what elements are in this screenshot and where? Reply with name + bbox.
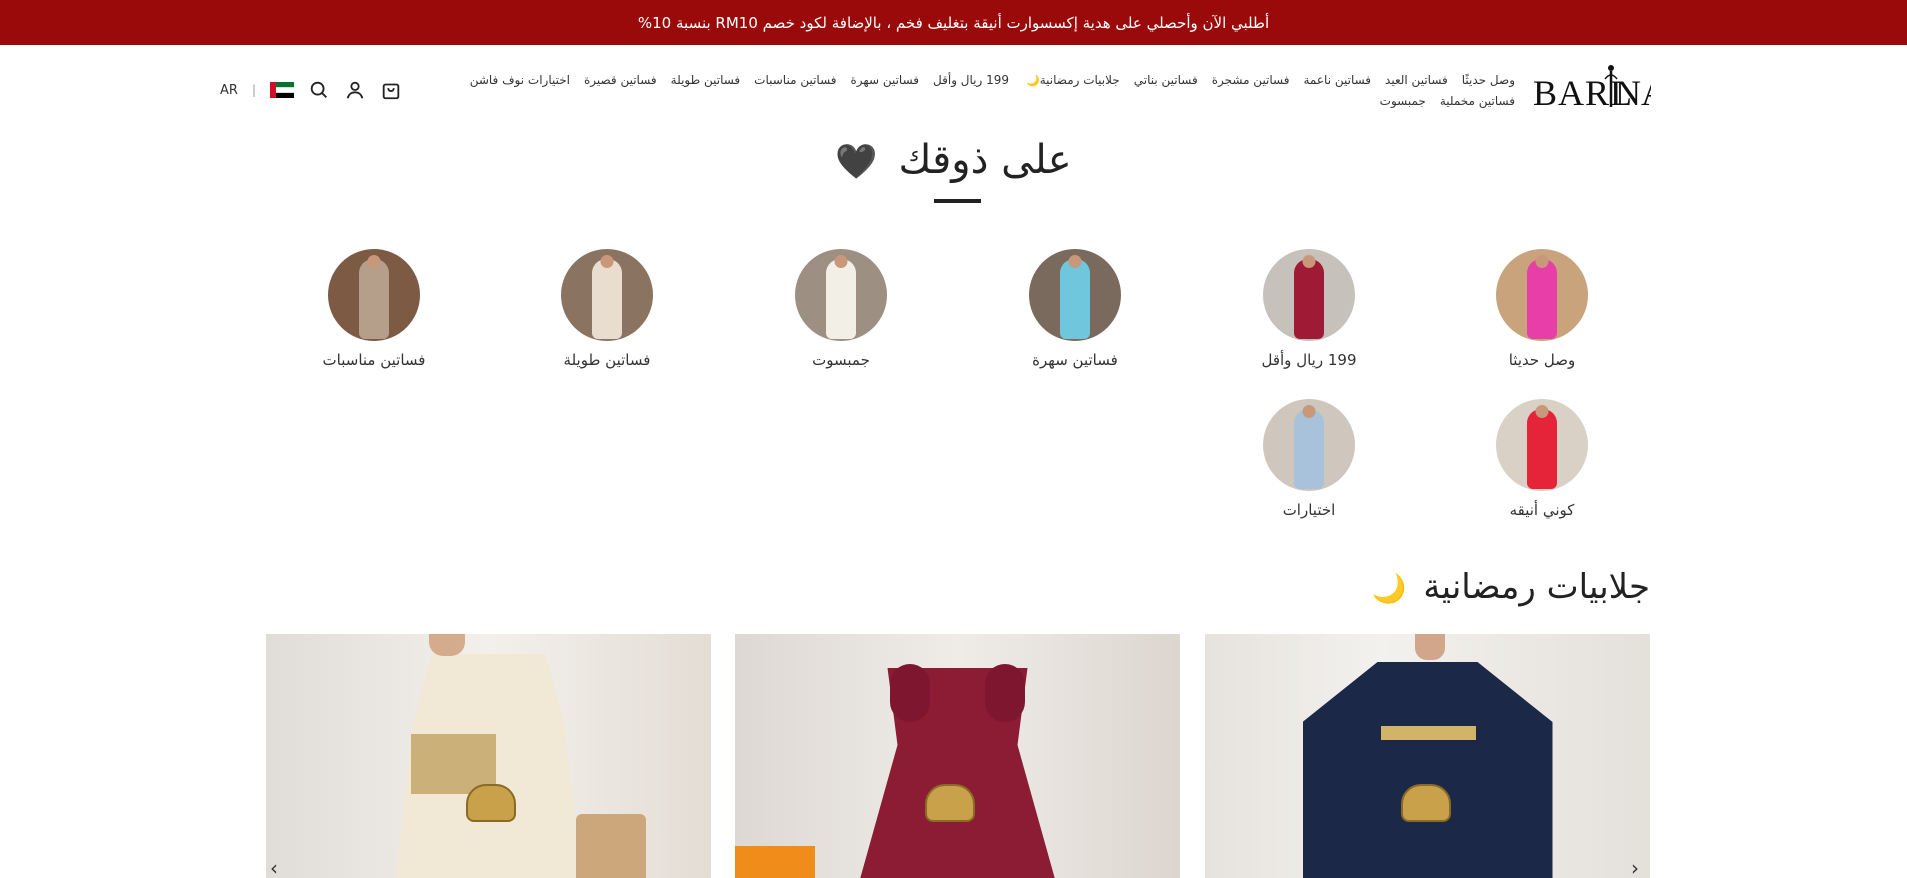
nav-row-1: وصل حديثًا فساتين العيد فساتين ناعمة فسا… [440, 70, 1515, 91]
black-heart-icon: 🖤 [835, 142, 878, 182]
utility-separator: | [251, 83, 256, 97]
category-image [1029, 249, 1121, 341]
handbag-icon [1401, 784, 1451, 822]
nav-item-velvet-dresses[interactable]: فساتين مخملية [1440, 91, 1515, 111]
crescent-moon-icon: 🌙 [1371, 572, 1407, 605]
announcement-text: أطلبي الآن وأحصلي على هدية إكسسوارت أنيق… [637, 13, 1270, 32]
nav-item-evening-dresses[interactable]: فساتين سهرة [851, 70, 920, 91]
nav-item-nouf-fashion-picks[interactable]: اختيارات نوف فاشن [470, 70, 570, 91]
nav-item-short-dresses[interactable]: فساتين قصيرة [584, 70, 657, 91]
brand-logo[interactable]: BARL NA [1533, 61, 1667, 117]
category-image [795, 249, 887, 341]
title-underline [934, 199, 981, 203]
category-label: 199 ريال وأقل [1261, 351, 1357, 369]
category-new-arrivals[interactable]: وصل حديثا [1467, 249, 1617, 369]
category-evening-dresses[interactable]: فساتين سهرة [1000, 249, 1150, 369]
uae-flag-icon[interactable] [269, 82, 294, 98]
account-icon[interactable] [344, 79, 366, 101]
category-image [1263, 399, 1355, 491]
category-be-elegant[interactable]: كوني أنيقه [1467, 399, 1617, 519]
category-label: فساتين سهرة [1032, 351, 1118, 369]
category-image [561, 249, 653, 341]
ramadan-section-title: جلابيات رمضانية 🌙 [1371, 567, 1650, 607]
nav-item-under-199[interactable]: 199 ريال وأقل [933, 70, 1009, 91]
category-label: فساتين مناسبات [322, 351, 426, 369]
handbag-icon [925, 784, 975, 822]
category-image [1496, 399, 1588, 491]
product-card-burgundy-dress[interactable] [735, 634, 1180, 878]
header-utility: AR | [220, 76, 435, 104]
main-nav: وصل حديثًا فساتين العيد فساتين ناعمة فسا… [440, 70, 1515, 111]
nav-item-jumpsuits[interactable]: جمبسوت [1380, 91, 1426, 111]
nav-item-long-dresses[interactable]: فساتين طويلة [671, 70, 741, 91]
nav-item-new-arrivals[interactable]: وصل حديثًا [1462, 70, 1515, 91]
category-image [328, 249, 420, 341]
category-label: اختيارات [1282, 501, 1336, 519]
nav-row-2: فساتين مخملية جمبسوت [440, 91, 1515, 111]
category-occasion-dresses[interactable]: فساتين مناسبات [299, 249, 449, 369]
category-image [1496, 249, 1588, 341]
category-long-dresses[interactable]: فساتين طويلة [532, 249, 682, 369]
category-label: فساتين طويلة [563, 351, 651, 369]
crescent-moon-icon: 🌙 [1026, 74, 1040, 87]
cart-icon[interactable] [380, 79, 402, 101]
product-card-navy-jalabiya[interactable]: › [1205, 634, 1650, 878]
announcement-bar: أطلبي الآن وأحصلي على هدية إكسسوارت أنيق… [0, 0, 1907, 45]
nav-item-eid-dresses[interactable]: فساتين العيد [1385, 70, 1448, 91]
nav-item-ramadan-jalabiyas[interactable]: جلابيات رمضانية🌙 [1023, 70, 1120, 91]
svg-text:NA: NA [1615, 73, 1651, 113]
category-jumpsuits[interactable]: جمبسوت [766, 249, 916, 369]
category-label: وصل حديثا [1508, 351, 1576, 369]
nav-item-floral-dresses[interactable]: فساتين مشجرة [1212, 70, 1290, 91]
carousel-prev-icon[interactable]: ‹ [270, 856, 278, 878]
site-header: BARL NA وصل حديثًا فساتين العيد فساتين ن… [0, 45, 1907, 135]
category-image [1263, 249, 1355, 341]
category-under-199[interactable]: 199 ريال وأقل [1234, 249, 1384, 369]
category-label: كوني أنيقه [1509, 501, 1575, 519]
nav-item-soft-dresses[interactable]: فساتين ناعمة [1304, 70, 1372, 91]
handbag-icon [466, 784, 516, 822]
language-switcher[interactable]: AR [220, 83, 238, 98]
section-title: على ذوقك 🖤 [835, 137, 1072, 183]
search-icon[interactable] [308, 79, 330, 101]
carousel-next-icon[interactable]: › [1631, 856, 1639, 878]
nav-item-occasion-dresses[interactable]: فساتين مناسبات [754, 70, 836, 91]
nav-item-girls-dresses[interactable]: فساتين بناتي [1134, 70, 1198, 91]
category-picks[interactable]: اختيارات [1234, 399, 1384, 519]
product-card-cream-dress[interactable]: ‹ [266, 634, 711, 878]
category-label: جمبسوت [812, 351, 870, 369]
